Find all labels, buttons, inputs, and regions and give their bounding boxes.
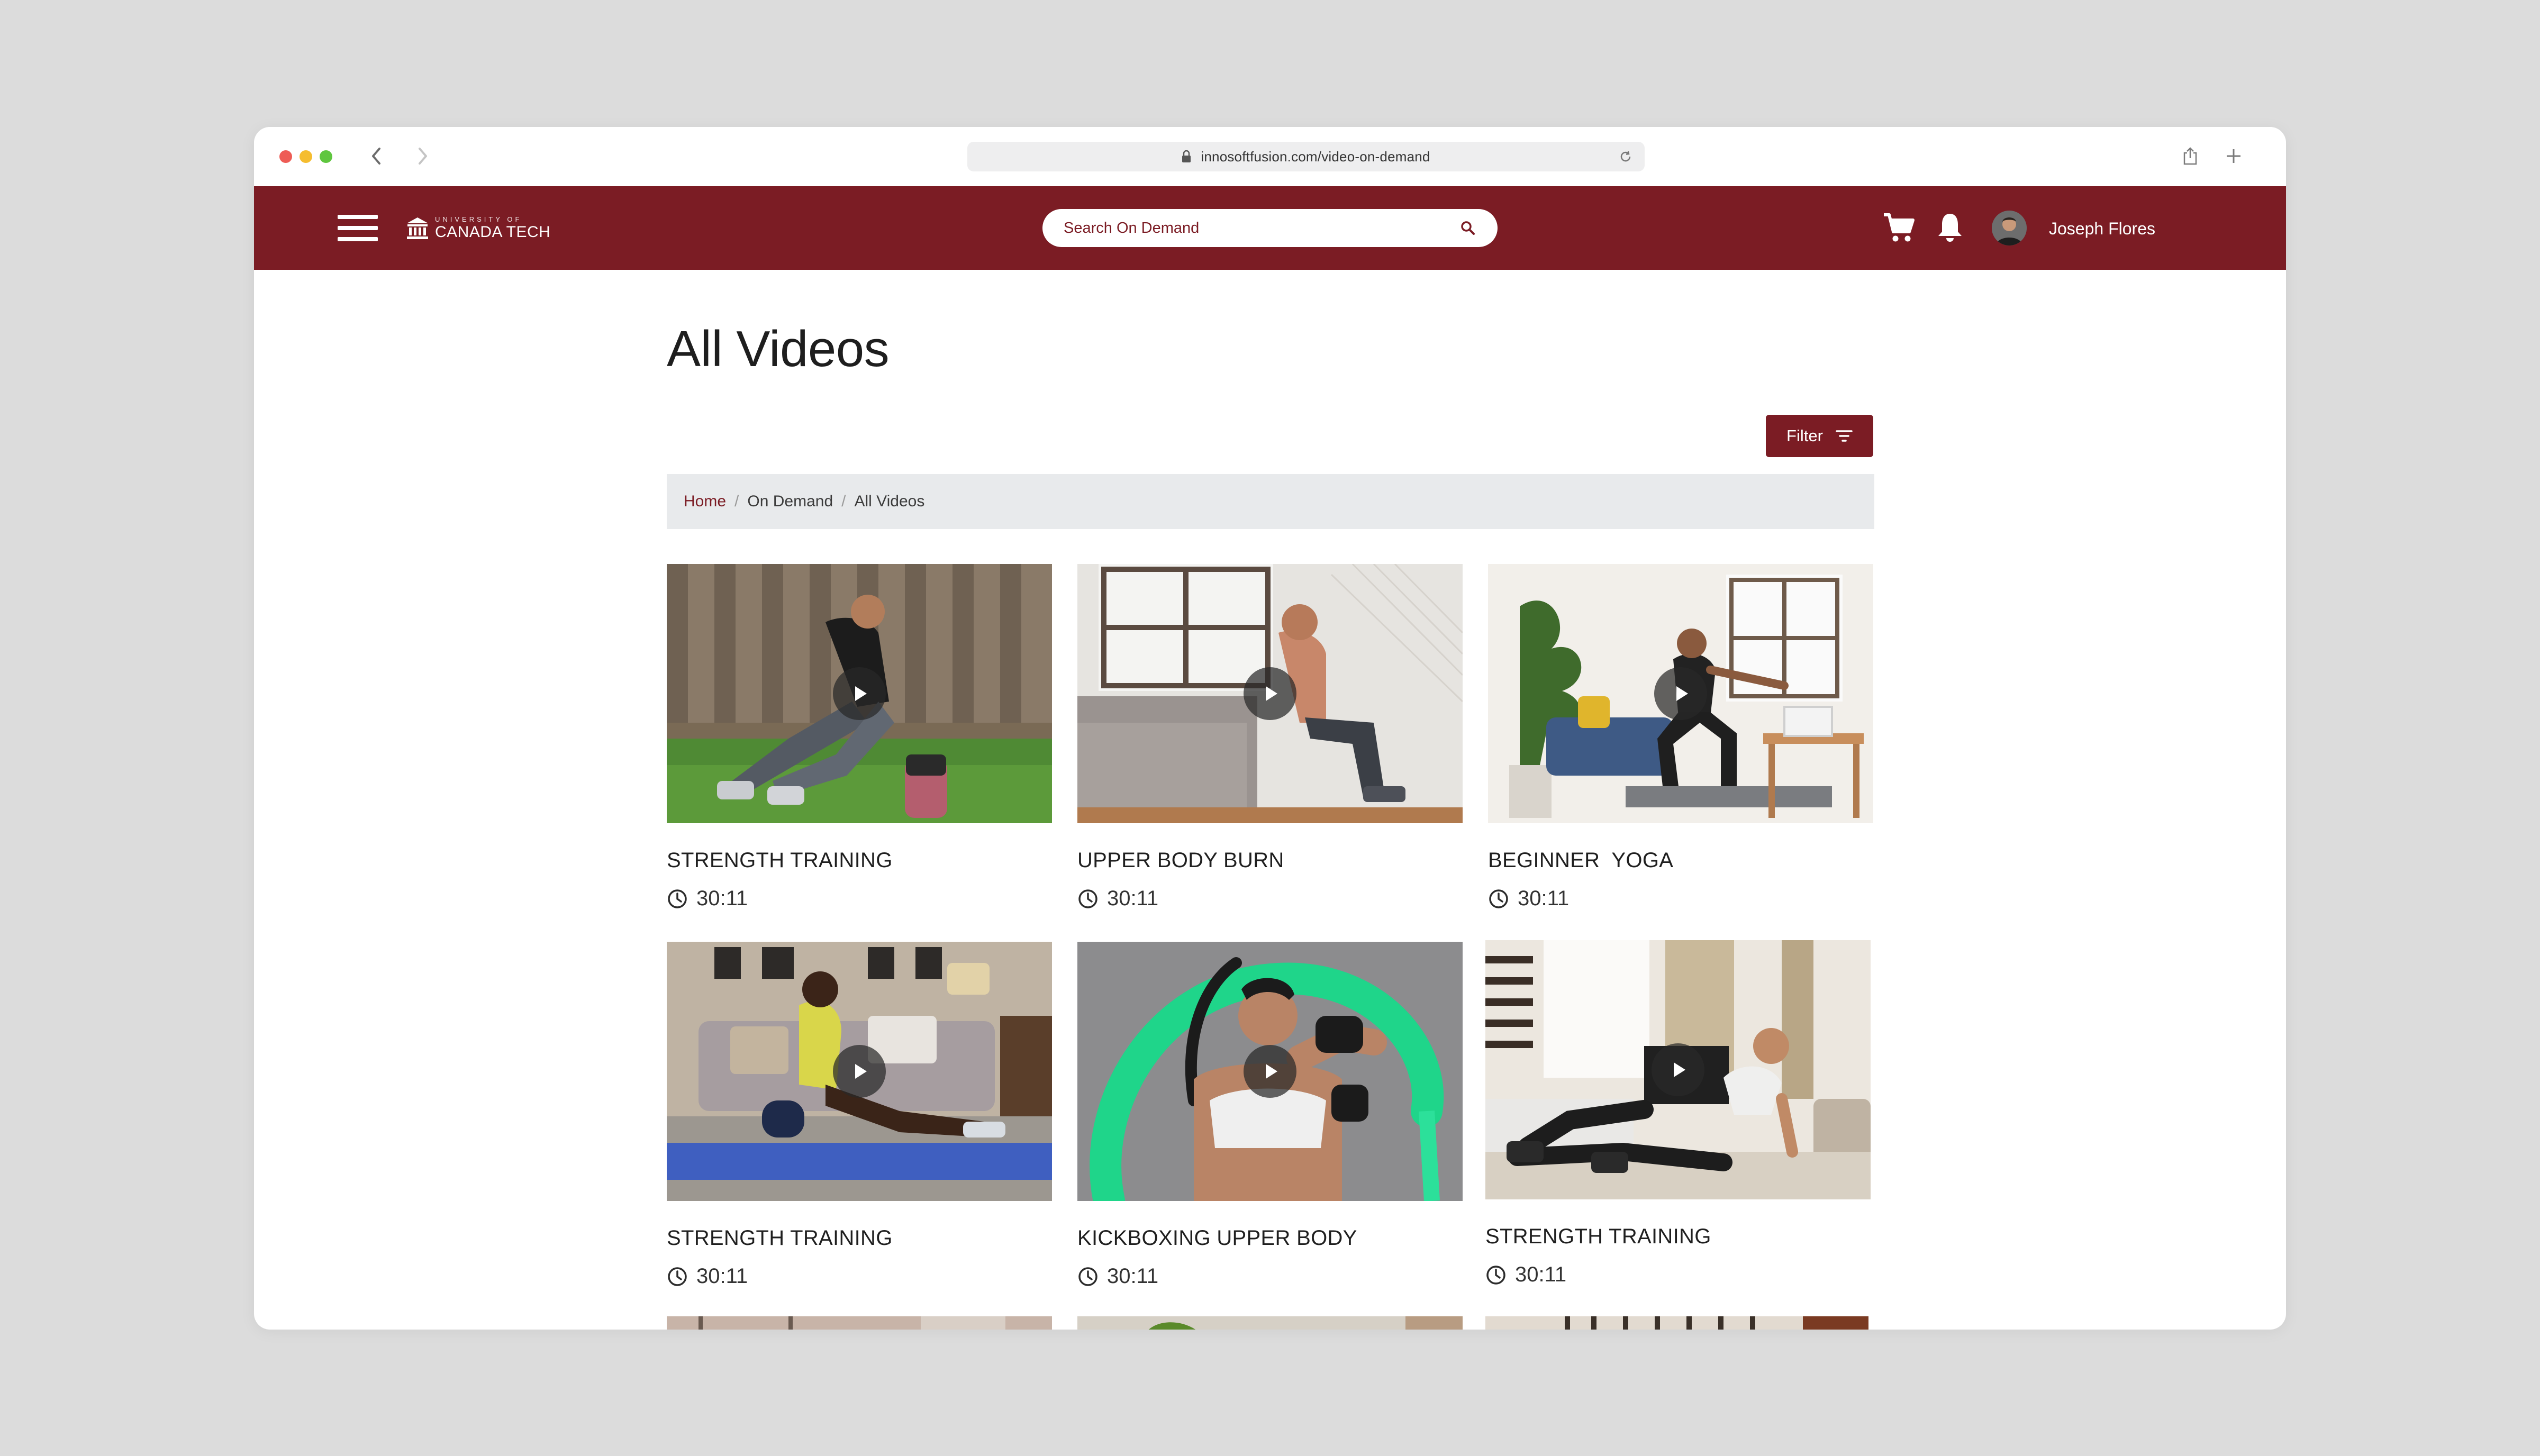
play-icon <box>855 686 867 701</box>
video-card[interactable]: KICKBOXING UPPER BODY 30:11 <box>1077 942 1463 1288</box>
video-thumbnail[interactable] <box>667 942 1052 1201</box>
username[interactable]: Joseph Flores <box>2049 219 2155 238</box>
clock-icon <box>1078 889 1097 908</box>
institution-icon <box>407 217 428 239</box>
video-duration: 30:11 <box>1485 1263 1566 1287</box>
video-thumbnail[interactable] <box>1077 942 1463 1201</box>
video-duration: 30:11 <box>1077 887 1158 911</box>
video-title[interactable]: STRENGTH TRAINING <box>1485 1225 1711 1249</box>
logo-title: CANADA TECH <box>435 223 551 241</box>
filter-icon <box>1836 430 1853 442</box>
close-window-button[interactable] <box>279 150 292 163</box>
share-icon <box>2183 147 2197 165</box>
browser-toolbar: innosoftfusion.com/video-on-demand <box>254 127 2286 186</box>
search-input[interactable] <box>1064 219 1459 237</box>
chevron-left-icon <box>372 148 380 165</box>
play-button[interactable] <box>1654 667 1707 720</box>
video-title[interactable]: KICKBOXING UPPER BODY <box>1077 1226 1357 1250</box>
play-button[interactable] <box>1244 667 1296 720</box>
maximize-window-button[interactable] <box>320 150 332 163</box>
duration-text: 30:11 <box>1515 1263 1567 1286</box>
back-button[interactable] <box>363 143 389 169</box>
breadcrumb-on-demand[interactable]: On Demand <box>747 493 833 511</box>
play-icon <box>1266 686 1277 701</box>
video-duration: 30:11 <box>667 887 748 911</box>
video-duration: 30:11 <box>667 1264 748 1288</box>
duration-text: 30:11 <box>696 887 748 910</box>
video-duration: 30:11 <box>1077 1264 1158 1288</box>
logo-subtitle: UNIVERSITY OF <box>435 215 522 223</box>
play-icon <box>1674 1062 1685 1077</box>
address-bar[interactable]: innosoftfusion.com/video-on-demand <box>967 142 1645 171</box>
share-button[interactable] <box>2177 143 2203 169</box>
clock-icon <box>668 1267 687 1286</box>
video-title[interactable]: UPPER BODY BURN <box>1077 849 1284 872</box>
plus-icon <box>2227 149 2240 163</box>
site-header: UNIVERSITY OF CANADA TECH Search On Dema… <box>254 186 2286 270</box>
video-thumbnail[interactable] <box>667 564 1052 823</box>
duration-text: 30:11 <box>696 1264 748 1288</box>
bell-icon[interactable] <box>1936 212 1964 244</box>
minimize-window-button[interactable] <box>300 150 312 163</box>
play-icon <box>1676 686 1688 701</box>
video-title[interactable]: STRENGTH TRAINING <box>667 849 893 872</box>
cart-icon[interactable] <box>1883 213 1916 243</box>
lock-icon <box>1182 150 1194 163</box>
video-thumbnail[interactable] <box>1077 1316 1463 1330</box>
clock-icon <box>1489 889 1508 908</box>
browser-window: innosoftfusion.com/video-on-demand UNIVE… <box>254 127 2286 1330</box>
duration-text: 30:11 <box>1107 1264 1159 1288</box>
video-card[interactable]: STRENGTH TRAINING 30:11 <box>1485 940 1871 1286</box>
video-thumbnail[interactable] <box>667 1316 1052 1330</box>
clock-icon <box>1486 1265 1505 1285</box>
video-thumbnail[interactable] <box>1485 1316 1871 1330</box>
avatar[interactable] <box>1992 211 2027 245</box>
clock-icon <box>1078 1267 1097 1286</box>
duration-text: 30:11 <box>1518 887 1570 910</box>
play-button[interactable] <box>833 667 886 720</box>
video-card[interactable]: UPPER BODY BURN 30:11 <box>1077 564 1463 910</box>
url-text: innosoftfusion.com/video-on-demand <box>1201 148 1430 165</box>
video-thumbnail[interactable] <box>1485 940 1871 1199</box>
forward-button[interactable] <box>410 143 436 169</box>
site-logo[interactable]: UNIVERSITY OF CANADA TECH <box>405 210 550 247</box>
video-card[interactable]: STRENGTH TRAINING 30:11 <box>667 564 1052 910</box>
breadcrumb-home[interactable]: Home <box>684 493 726 511</box>
page-title: All Videos <box>667 321 890 377</box>
breadcrumb-current: All Videos <box>854 493 925 510</box>
filter-label: Filter <box>1786 426 1823 445</box>
new-tab-button[interactable] <box>2220 143 2247 169</box>
play-button[interactable] <box>1244 1045 1296 1098</box>
search-bar <box>1042 209 1498 247</box>
breadcrumb: Home / On Demand / All Videos <box>667 474 1874 529</box>
video-title[interactable]: STRENGTH TRAINING <box>667 1226 893 1250</box>
play-icon <box>1266 1064 1277 1079</box>
chevron-right-icon <box>419 148 427 165</box>
menu-button[interactable] <box>338 213 378 243</box>
clock-icon <box>668 889 687 908</box>
video-thumbnail[interactable] <box>1077 564 1463 823</box>
video-card[interactable]: BEGINNER YOGA 30:11 <box>1488 564 1873 910</box>
filter-button[interactable]: Filter <box>1766 415 1873 457</box>
play-button[interactable] <box>833 1045 886 1098</box>
breadcrumb-separator: / <box>734 493 739 510</box>
reload-icon[interactable] <box>1618 149 1633 164</box>
search-icon[interactable] <box>1459 220 1476 236</box>
video-duration: 30:11 <box>1488 887 1569 911</box>
video-card[interactable]: STRENGTH TRAINING 30:11 <box>667 942 1052 1288</box>
play-icon <box>855 1064 867 1079</box>
play-button[interactable] <box>1652 1043 1704 1096</box>
video-title[interactable]: BEGINNER YOGA <box>1488 849 1673 872</box>
duration-text: 30:11 <box>1107 887 1159 910</box>
video-thumbnail[interactable] <box>1488 564 1873 823</box>
breadcrumb-separator: / <box>841 493 846 510</box>
